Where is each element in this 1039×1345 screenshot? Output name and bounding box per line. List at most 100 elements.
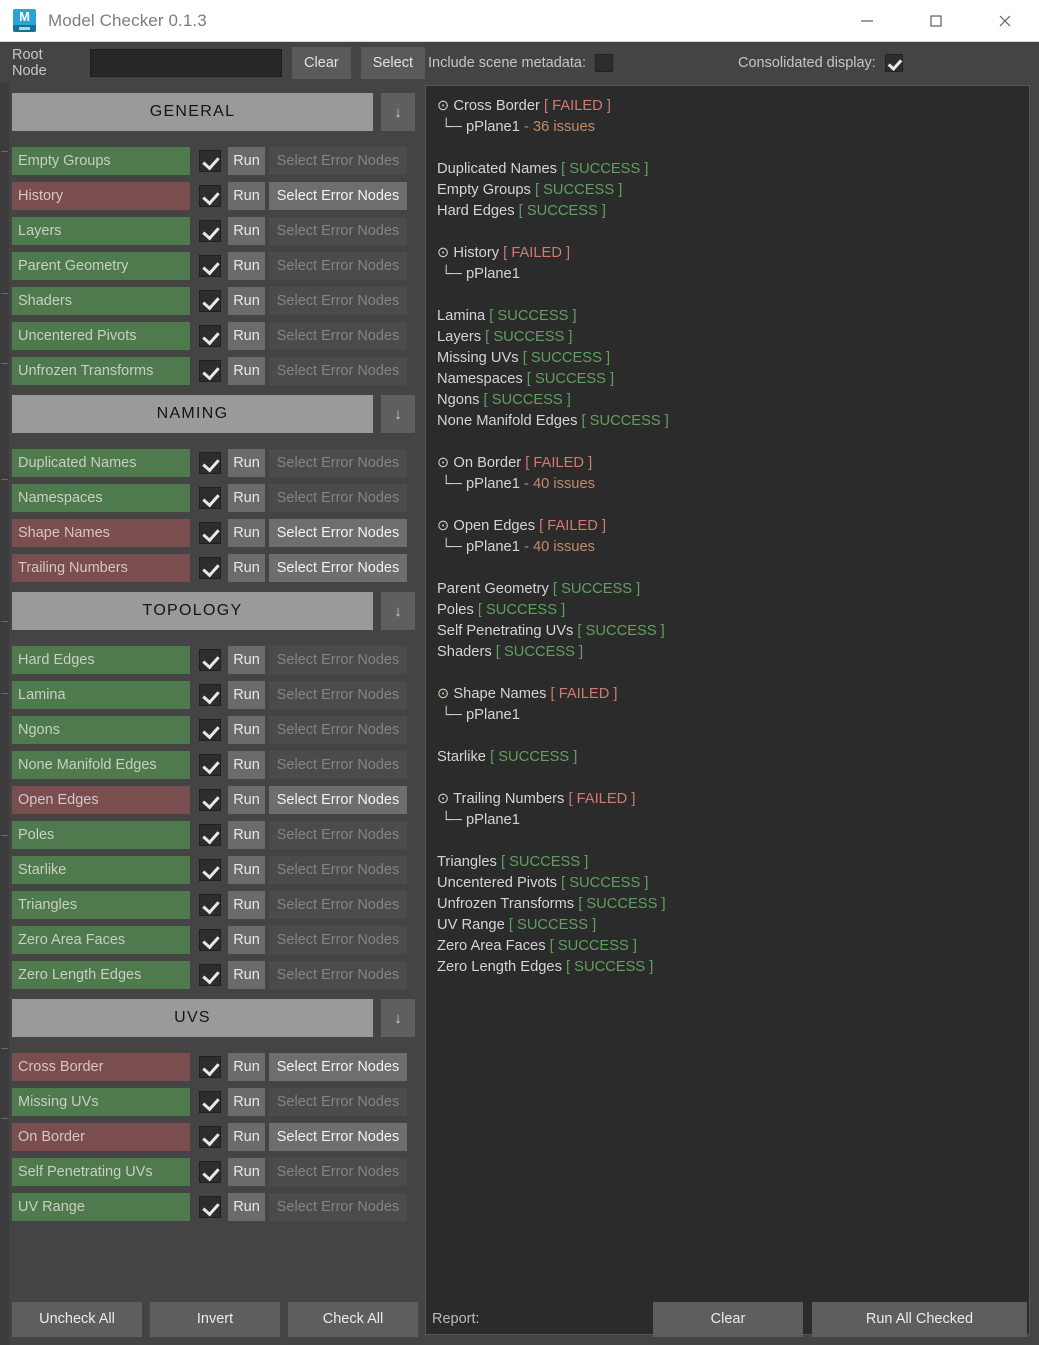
run-check-button[interactable]: Run: [228, 182, 265, 210]
select-error-nodes-button[interactable]: Select Error Nodes: [269, 1123, 407, 1151]
select-error-nodes-button[interactable]: Select Error Nodes: [269, 554, 407, 582]
run-check-button[interactable]: Run: [228, 891, 265, 919]
select-error-nodes-button[interactable]: Select Error Nodes: [269, 519, 407, 547]
check-enable-checkbox[interactable]: [199, 1056, 221, 1078]
check-label[interactable]: Self Penetrating UVs: [12, 1158, 190, 1186]
check-enable-checkbox[interactable]: [199, 894, 221, 916]
uncheck-all-button[interactable]: Uncheck All: [12, 1301, 142, 1337]
run-check-button[interactable]: Run: [228, 1193, 265, 1221]
check-label[interactable]: Layers: [12, 217, 190, 245]
run-check-button[interactable]: Run: [228, 147, 265, 175]
check-label[interactable]: Zero Length Edges: [12, 961, 190, 989]
check-label[interactable]: Poles: [12, 821, 190, 849]
check-all-button[interactable]: Check All: [288, 1301, 418, 1337]
check-label[interactable]: None Manifold Edges: [12, 751, 190, 779]
root-node-input[interactable]: [90, 48, 283, 77]
maximize-icon[interactable]: [901, 0, 970, 41]
run-check-button[interactable]: Run: [228, 484, 265, 512]
run-check-button[interactable]: Run: [228, 449, 265, 477]
check-enable-checkbox[interactable]: [199, 719, 221, 741]
check-enable-checkbox[interactable]: [199, 789, 221, 811]
check-enable-checkbox[interactable]: [199, 824, 221, 846]
check-enable-checkbox[interactable]: [199, 754, 221, 776]
run-check-button[interactable]: Run: [228, 1053, 265, 1081]
check-enable-checkbox[interactable]: [199, 964, 221, 986]
run-check-button[interactable]: Run: [228, 554, 265, 582]
section-title-general[interactable]: GENERAL: [12, 93, 373, 131]
collapse-arrow-down-icon[interactable]: ↓: [381, 395, 415, 433]
check-enable-checkbox[interactable]: [199, 557, 221, 579]
check-label[interactable]: Shape Names: [12, 519, 190, 547]
section-title-naming[interactable]: NAMING: [12, 395, 373, 433]
collapse-arrow-down-icon[interactable]: ↓: [381, 999, 415, 1037]
collapse-arrow-down-icon[interactable]: ↓: [381, 592, 415, 630]
section-title-topology[interactable]: TOPOLOGY: [12, 592, 373, 630]
check-label[interactable]: Namespaces: [12, 484, 190, 512]
scroll-edge[interactable]: [0, 83, 9, 1345]
close-icon[interactable]: [970, 0, 1039, 41]
run-check-button[interactable]: Run: [228, 856, 265, 884]
check-label[interactable]: Uncentered Pivots: [12, 322, 190, 350]
run-check-button[interactable]: Run: [228, 357, 265, 385]
check-enable-checkbox[interactable]: [199, 185, 221, 207]
include-scene-metadata-checkbox[interactable]: [595, 53, 613, 72]
run-check-button[interactable]: Run: [228, 322, 265, 350]
run-all-checked-button[interactable]: Run All Checked: [812, 1301, 1027, 1337]
report-output-panel[interactable]: ⊙ Cross Border [ FAILED ] └─ pPlane1 - 3…: [425, 85, 1030, 1335]
select-error-nodes-button[interactable]: Select Error Nodes: [269, 1053, 407, 1081]
checks-scroll-area[interactable]: GENERAL ↓ Empty Groups Run Select Error Node…: [0, 83, 425, 1345]
check-enable-checkbox[interactable]: [199, 1161, 221, 1183]
clear-report-button[interactable]: Clear: [653, 1301, 803, 1337]
check-label[interactable]: Hard Edges: [12, 646, 190, 674]
check-label[interactable]: Starlike: [12, 856, 190, 884]
check-label[interactable]: Ngons: [12, 716, 190, 744]
clear-root-button[interactable]: Clear: [292, 46, 351, 79]
run-check-button[interactable]: Run: [228, 751, 265, 779]
check-label[interactable]: Cross Border: [12, 1053, 190, 1081]
run-check-button[interactable]: Run: [228, 252, 265, 280]
check-enable-checkbox[interactable]: [199, 649, 221, 671]
check-label[interactable]: History: [12, 182, 190, 210]
check-enable-checkbox[interactable]: [199, 684, 221, 706]
check-label[interactable]: Empty Groups: [12, 147, 190, 175]
check-enable-checkbox[interactable]: [199, 1196, 221, 1218]
check-enable-checkbox[interactable]: [199, 290, 221, 312]
check-label[interactable]: Trailing Numbers: [12, 554, 190, 582]
check-label[interactable]: On Border: [12, 1123, 190, 1151]
run-check-button[interactable]: Run: [228, 681, 265, 709]
check-enable-checkbox[interactable]: [199, 150, 221, 172]
collapse-arrow-down-icon[interactable]: ↓: [381, 93, 415, 131]
check-label[interactable]: Parent Geometry: [12, 252, 190, 280]
consolidated-display-checkbox[interactable]: [884, 53, 903, 72]
select-error-nodes-button[interactable]: Select Error Nodes: [269, 786, 407, 814]
run-check-button[interactable]: Run: [228, 786, 265, 814]
run-check-button[interactable]: Run: [228, 961, 265, 989]
check-label[interactable]: Triangles: [12, 891, 190, 919]
check-enable-checkbox[interactable]: [199, 452, 221, 474]
check-label[interactable]: Shaders: [12, 287, 190, 315]
run-check-button[interactable]: Run: [228, 287, 265, 315]
run-check-button[interactable]: Run: [228, 1123, 265, 1151]
run-check-button[interactable]: Run: [228, 217, 265, 245]
run-check-button[interactable]: Run: [228, 1088, 265, 1116]
select-root-button[interactable]: Select: [360, 46, 425, 79]
run-check-button[interactable]: Run: [228, 519, 265, 547]
check-label[interactable]: Zero Area Faces: [12, 926, 190, 954]
check-enable-checkbox[interactable]: [199, 1126, 221, 1148]
run-check-button[interactable]: Run: [228, 1158, 265, 1186]
check-label[interactable]: Unfrozen Transforms: [12, 357, 190, 385]
run-check-button[interactable]: Run: [228, 926, 265, 954]
minimize-icon[interactable]: [832, 0, 901, 41]
check-enable-checkbox[interactable]: [199, 1091, 221, 1113]
check-enable-checkbox[interactable]: [199, 255, 221, 277]
check-enable-checkbox[interactable]: [199, 929, 221, 951]
check-label[interactable]: UV Range: [12, 1193, 190, 1221]
check-label[interactable]: Open Edges: [12, 786, 190, 814]
check-label[interactable]: Lamina: [12, 681, 190, 709]
run-check-button[interactable]: Run: [228, 716, 265, 744]
check-enable-checkbox[interactable]: [199, 487, 221, 509]
select-error-nodes-button[interactable]: Select Error Nodes: [269, 182, 407, 210]
check-label[interactable]: Duplicated Names: [12, 449, 190, 477]
check-label[interactable]: Missing UVs: [12, 1088, 190, 1116]
section-title-uvs[interactable]: UVS: [12, 999, 373, 1037]
